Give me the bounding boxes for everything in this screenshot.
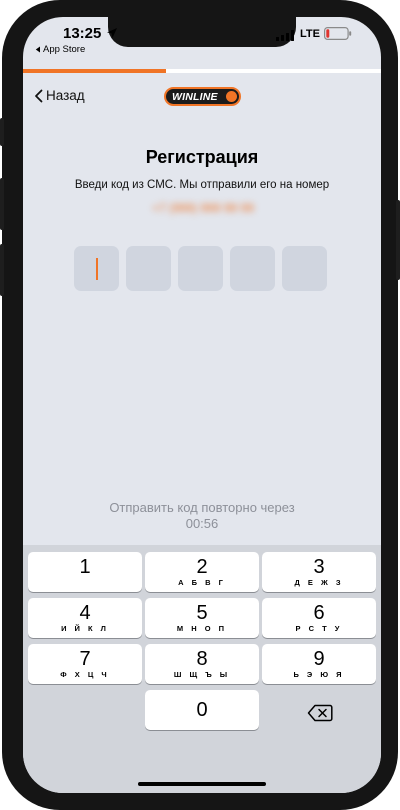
volume-up-button: [0, 178, 4, 230]
battery-icon: [324, 27, 352, 40]
numeric-keyboard: 1 2 А Б В Г 3 Д Е Ж З 4 И Й К Л 5 М Н О …: [23, 545, 381, 793]
back-button[interactable]: Назад: [34, 88, 85, 103]
power-button: [396, 200, 400, 280]
resend-timer: 00:56: [185, 516, 219, 531]
key-8[interactable]: 8 Ш Щ Ъ Ы: [145, 644, 259, 684]
key-digit: 0: [196, 699, 208, 721]
phone-number: +7 (999) 999 99 99: [152, 201, 254, 215]
page-subtitle: Введи код из СМС. Мы отправили его на но…: [74, 179, 330, 191]
winline-logo: WINLINE: [164, 87, 241, 106]
back-to-app-link[interactable]: App Store: [35, 44, 85, 55]
nav-bar: Назад WINLINE: [23, 85, 381, 111]
code-cell[interactable]: [126, 246, 171, 291]
key-letters: Ф Х Ц Ч: [60, 670, 110, 679]
code-cell[interactable]: [74, 246, 119, 291]
code-cell[interactable]: [178, 246, 223, 291]
code-cell[interactable]: [282, 246, 327, 291]
key-6[interactable]: 6 Р С Т У: [262, 598, 376, 638]
silent-switch: [0, 118, 4, 146]
sms-code-input[interactable]: [74, 246, 332, 291]
key-digit: 4: [79, 602, 91, 624]
key-1[interactable]: 1: [28, 552, 142, 592]
key-letters: Ш Щ Ъ Ы: [173, 670, 231, 679]
key-digit: 9: [313, 648, 325, 670]
key-3[interactable]: 3 Д Е Ж З: [262, 552, 376, 592]
location-arrow-icon: [107, 28, 117, 38]
key-digit: 3: [313, 556, 325, 578]
key-letters: А Б В Г: [178, 578, 226, 587]
text-cursor: [96, 258, 98, 280]
network-type: LTE: [300, 28, 320, 40]
key-digit: 8: [196, 648, 208, 670]
key-2[interactable]: 2 А Б В Г: [145, 552, 259, 592]
phone-frame: 13:25 App Store LTE Назад WINLINE Регист…: [0, 0, 400, 810]
logo-text: WINLINE: [172, 90, 218, 103]
back-triangle-icon: [35, 46, 40, 53]
page-title: Регистрация: [145, 147, 259, 167]
key-9[interactable]: 9 Ь Э Ю Я: [262, 644, 376, 684]
key-letters: И Й К Л: [61, 624, 109, 633]
chevron-left-icon: [35, 89, 43, 102]
key-digit: 6: [313, 602, 325, 624]
key-digit: 5: [196, 602, 208, 624]
key-digit: 1: [79, 556, 91, 578]
volume-down-button: [0, 244, 4, 296]
logo-dot-icon: [226, 91, 237, 102]
progress-fill: [23, 69, 167, 73]
status-bar: 13:25 App Store LTE: [23, 17, 381, 73]
backspace-icon[interactable]: [307, 704, 333, 722]
key-letters: М Н О П: [176, 624, 228, 633]
key-letters: Ь Э Ю Я: [293, 670, 345, 679]
resend-info: Отправить код повторно через 00:56: [23, 500, 381, 532]
code-cell[interactable]: [230, 246, 275, 291]
key-7[interactable]: 7 Ф Х Ц Ч: [28, 644, 142, 684]
key-digit: 2: [196, 556, 208, 578]
back-app-label: App Store: [43, 44, 86, 55]
back-label: Назад: [46, 88, 85, 103]
key-0[interactable]: 0: [145, 690, 259, 730]
resend-label: Отправить код повторно через: [109, 500, 295, 515]
key-digit: 7: [79, 648, 91, 670]
status-time: 13:25: [63, 25, 102, 42]
key-5[interactable]: 5 М Н О П: [145, 598, 259, 638]
registration-progress: [23, 69, 381, 73]
signal-icon: [276, 30, 294, 41]
screen: 13:25 App Store LTE Назад WINLINE Регист…: [23, 17, 381, 793]
notch: [108, 17, 296, 47]
key-letters: Р С Т У: [295, 624, 343, 633]
home-indicator: [138, 782, 266, 786]
key-4[interactable]: 4 И Й К Л: [28, 598, 142, 638]
key-letters: Д Е Ж З: [294, 578, 344, 587]
